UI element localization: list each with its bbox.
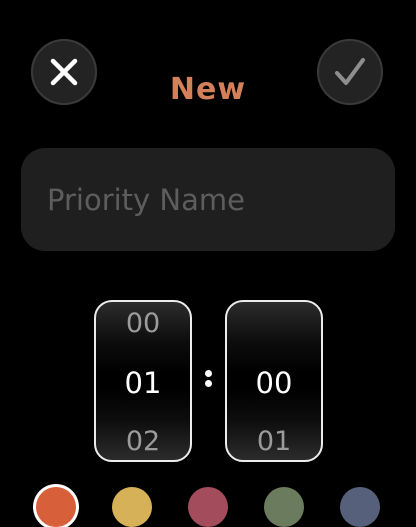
hour-next-value[interactable]: 02	[96, 426, 190, 457]
color-swatch[interactable]	[340, 487, 380, 527]
color-swatch[interactable]	[188, 487, 228, 527]
color-swatch[interactable]	[36, 487, 76, 527]
hour-prev-value[interactable]: 00	[96, 308, 190, 339]
hour-picker[interactable]: 00 01 02	[94, 300, 192, 462]
checkmark-icon	[335, 58, 365, 85]
priority-name-input[interactable]	[47, 148, 377, 251]
confirm-button[interactable]	[317, 39, 383, 105]
hour-current-value[interactable]: 01	[96, 366, 190, 400]
color-swatch[interactable]	[264, 487, 304, 527]
minute-next-value[interactable]: 01	[227, 426, 321, 457]
color-swatch[interactable]	[112, 487, 152, 527]
time-separator-dot	[205, 370, 212, 377]
minute-current-value[interactable]: 00	[227, 366, 321, 400]
priority-name-field[interactable]	[21, 148, 395, 251]
minute-picker[interactable]: 00 01	[225, 300, 323, 462]
time-separator-dot	[205, 380, 212, 387]
